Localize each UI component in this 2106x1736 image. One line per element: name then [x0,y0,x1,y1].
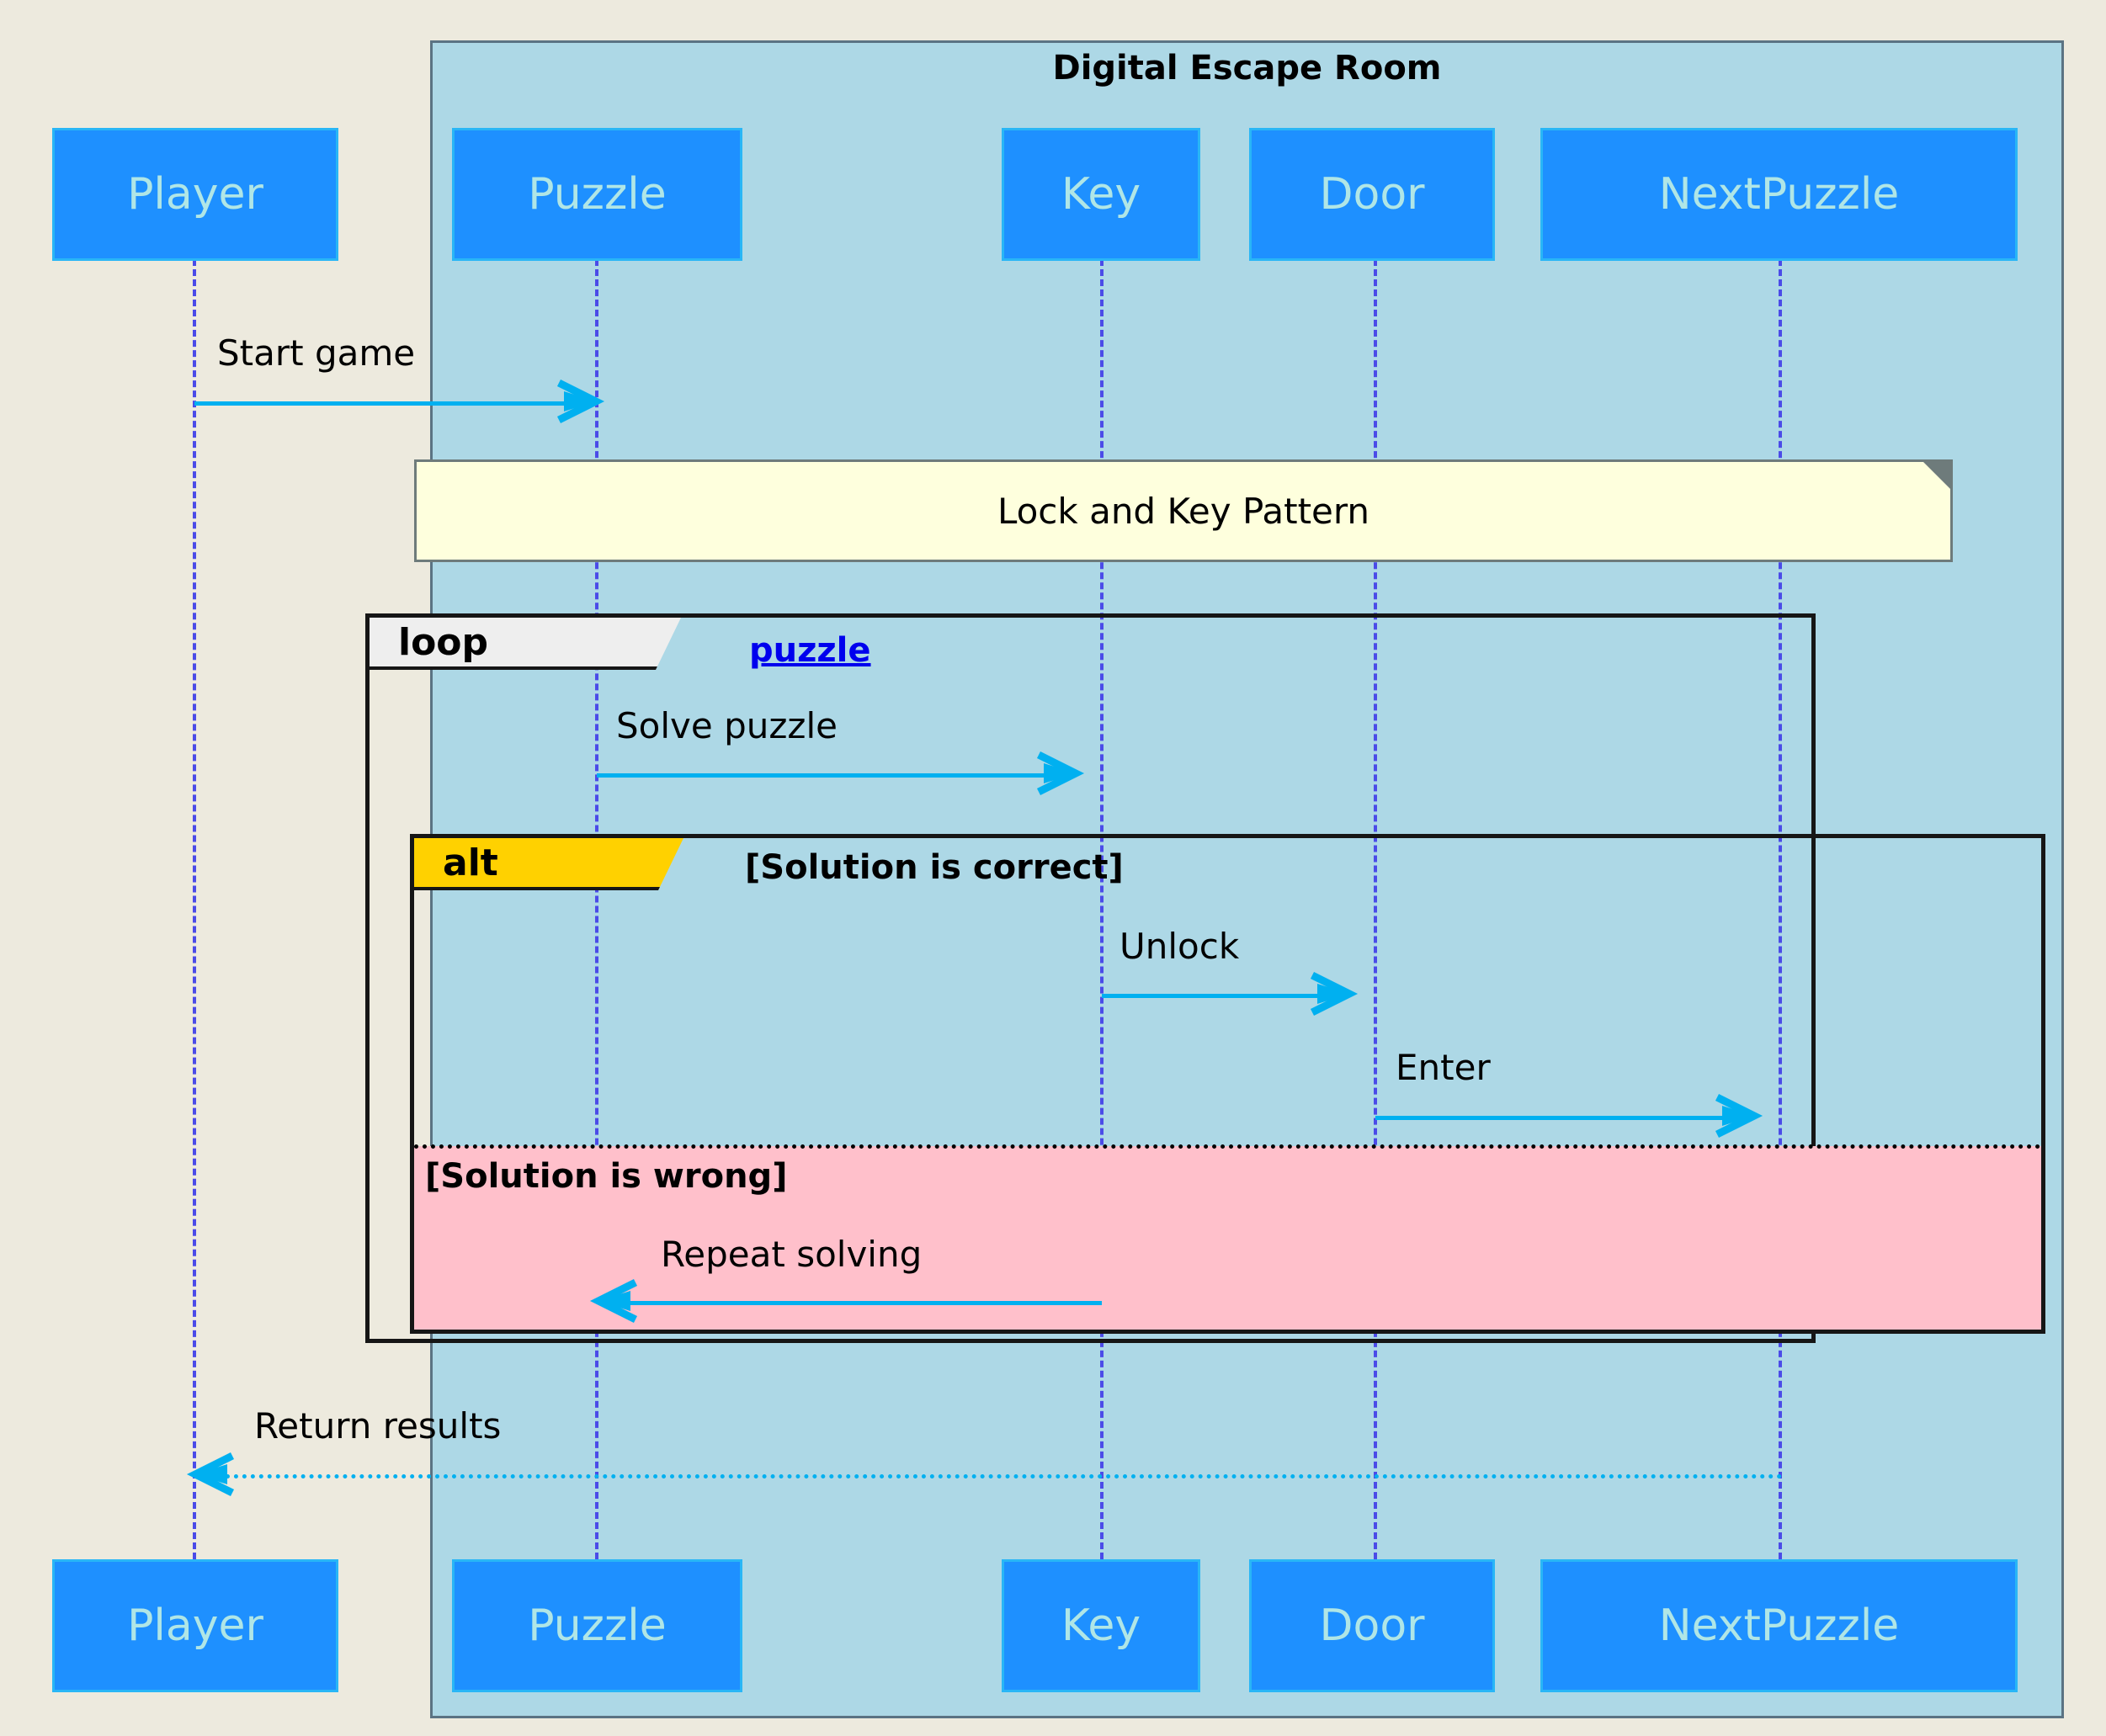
note-fold-inner [1927,489,1950,512]
fragment-alt-tab: alt [414,838,683,890]
participant-nextpuzzle-top[interactable]: NextPuzzle [1540,128,2018,261]
message-line-unlock [1102,994,1327,998]
message-line-return-results [217,1474,1783,1479]
participant-key-top[interactable]: Key [1002,128,1200,261]
participant-label: Puzzle [528,169,667,220]
message-line-repeat-solving [620,1301,1102,1305]
participant-label: Player [127,169,263,220]
participant-label: Puzzle [528,1601,667,1651]
fragment-alt-condition-wrong: [Solution is wrong] [425,1157,788,1196]
lifeline-player [193,259,196,1559]
participant-door-bottom[interactable]: Door [1249,1559,1495,1692]
participant-label: Door [1319,1601,1425,1651]
participant-key-bottom[interactable]: Key [1002,1559,1200,1692]
message-label-unlock: Unlock [1119,926,1240,967]
participant-label: NextPuzzle [1658,169,1900,220]
message-arrowhead-return-results [186,1452,235,1497]
note-fold-corner [1923,462,1950,512]
note-text: Lock and Key Pattern [997,490,1370,532]
message-label-solve-puzzle: Solve puzzle [616,705,838,746]
fragment-loop-tab: loop [370,618,681,670]
participant-label: NextPuzzle [1658,1601,1900,1651]
message-label-repeat-solving: Repeat solving [661,1234,923,1275]
message-arrowhead-start-game [556,379,605,424]
participant-label: Door [1319,169,1425,220]
message-label-return-results: Return results [254,1405,502,1447]
message-arrowhead-unlock [1310,971,1359,1017]
participant-puzzle-top[interactable]: Puzzle [452,128,742,261]
participant-label: Key [1061,169,1141,220]
fragment-alt [410,834,2045,1334]
participant-puzzle-bottom[interactable]: Puzzle [452,1559,742,1692]
fragment-loop-condition-link[interactable]: puzzle [749,631,871,670]
group-box-title: Digital Escape Room [1052,49,1442,88]
participant-player-bottom[interactable]: Player [52,1559,338,1692]
fragment-alt-keyword: alt [443,841,498,884]
fragment-alt-divider [414,1144,2041,1149]
participant-player-top[interactable]: Player [52,128,338,261]
message-label-start-game: Start game [217,332,416,374]
participant-nextpuzzle-bottom[interactable]: NextPuzzle [1540,1559,2018,1692]
message-arrowhead-repeat-solving [589,1278,638,1324]
fragment-alt-condition-correct: [Solution is correct] [745,848,1124,887]
sequence-diagram-canvas: Digital Escape Room Player Puzzle Key Do… [0,0,2106,1736]
participant-label: Key [1061,1601,1141,1651]
message-label-enter: Enter [1396,1047,1491,1088]
message-arrowhead-solve-puzzle [1036,751,1085,796]
message-line-start-game [194,401,573,406]
message-line-solve-puzzle [597,773,1053,778]
message-arrowhead-enter [1715,1093,1763,1139]
note-lock-and-key-pattern: Lock and Key Pattern [414,459,1953,562]
participant-label: Player [127,1601,263,1651]
message-line-enter [1375,1116,1731,1120]
fragment-loop-keyword: loop [398,620,489,664]
participant-door-top[interactable]: Door [1249,128,1495,261]
